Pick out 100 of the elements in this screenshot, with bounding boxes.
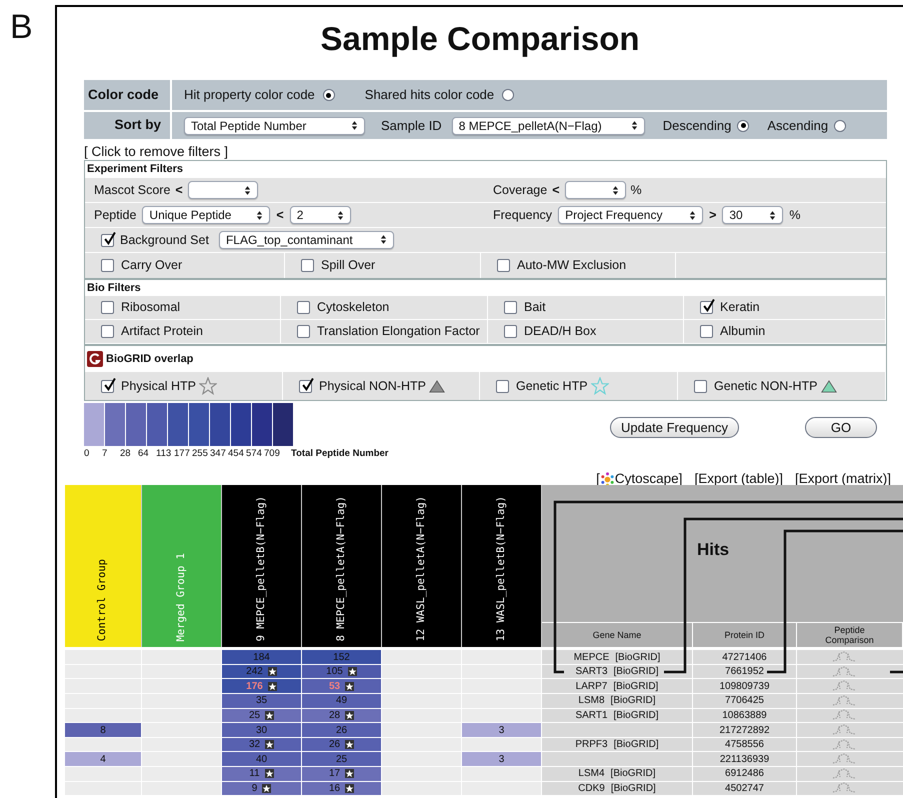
field-label: Coverage xyxy=(493,182,548,199)
table-cell: 184 xyxy=(222,650,302,665)
triangle-icon xyxy=(820,380,836,392)
checkbox-label: DEAD/H Box xyxy=(524,323,596,340)
checkbox[interactable] xyxy=(301,259,314,272)
table-cell: 25 xyxy=(222,708,302,724)
table-cell: 221136939 xyxy=(693,752,797,767)
action-button[interactable]: GO xyxy=(805,417,877,438)
gene-name: LARP7 xyxy=(576,680,608,694)
legend-tick: 574 xyxy=(246,447,262,461)
table-cell: 242 xyxy=(222,664,302,680)
peptide-comparison-icon xyxy=(832,680,856,692)
table-cell: 35 xyxy=(222,694,302,709)
peptide-comparison-icon xyxy=(832,753,856,766)
checkbox-label: Spill Over xyxy=(321,257,376,274)
table-cell: 3 xyxy=(462,752,542,767)
export-link[interactable]: [Export (matrix)] xyxy=(794,469,891,490)
legend-tick: 255 xyxy=(192,447,208,461)
checkbox-label: Genetic HTP xyxy=(516,378,588,395)
biogrid-link[interactable]: [BioGRID] xyxy=(614,737,659,752)
peptide-comparison-icon xyxy=(832,651,856,664)
unit: % xyxy=(630,182,642,199)
table-cell: 40 xyxy=(222,752,302,767)
table-cell: 26 xyxy=(302,723,382,738)
operator: < xyxy=(276,206,284,224)
radio-button[interactable] xyxy=(834,120,846,132)
peptide-comparison-icon xyxy=(832,738,856,751)
checkbox[interactable] xyxy=(700,325,713,338)
dropdown[interactable]: FLAG_top_contaminant xyxy=(218,230,394,249)
caret-icon xyxy=(336,210,344,220)
gene-name: MEPCE xyxy=(574,650,610,665)
checkbox[interactable] xyxy=(297,325,310,338)
panel-label: B xyxy=(10,8,33,46)
dropdown[interactable]: Unique Peptide xyxy=(142,206,270,224)
dropdown[interactable]: 8 MEPCE_pelletA(N−Flag) xyxy=(452,116,645,135)
legend-tick: 28 xyxy=(120,447,131,461)
row-label: Sort by xyxy=(114,116,161,134)
column-header: Merged Group 1 xyxy=(142,485,222,648)
biogrid-link[interactable]: [BioGRID] xyxy=(614,664,659,680)
table-cell: 4 xyxy=(65,752,142,767)
biogrid-link[interactable]: [BioGRID] xyxy=(615,650,660,665)
option-label: Ascending xyxy=(767,116,828,135)
table-cell: 9 xyxy=(222,782,302,796)
checkbox-label: Bait xyxy=(524,299,546,316)
checkbox[interactable] xyxy=(101,259,114,272)
table-cell: 47271406 xyxy=(693,650,797,665)
checkbox[interactable] xyxy=(299,380,312,392)
table-cell: 6912486 xyxy=(693,767,797,782)
column-header: 12 WASL_pelletA(N−Flag) xyxy=(382,485,462,648)
action-button[interactable]: Update Frequency xyxy=(610,417,739,438)
caret-icon xyxy=(689,210,696,220)
table-cell: 30 xyxy=(222,723,302,738)
legend-tick: 177 xyxy=(174,447,190,461)
table-cell: 10863889 xyxy=(693,708,797,724)
dropdown[interactable] xyxy=(564,181,626,199)
biogrid-link[interactable]: [BioGRID] xyxy=(610,693,656,708)
radio-button[interactable] xyxy=(322,89,335,101)
biogrid-link[interactable]: [BioGRID] xyxy=(610,766,656,782)
biogrid-link[interactable]: [BioGRID] xyxy=(613,678,658,694)
checkbox[interactable] xyxy=(101,301,114,314)
checkbox-label: Physical NON-HTP xyxy=(319,378,426,395)
radio-button[interactable] xyxy=(502,89,514,101)
checkbox-label: Artifact Protein xyxy=(121,323,203,340)
option-label: Hit property color code xyxy=(184,86,315,104)
checkbox[interactable] xyxy=(101,234,114,246)
gene-name: CDK9 xyxy=(578,782,605,796)
caret-icon xyxy=(612,184,619,196)
hits-heading: Hits xyxy=(697,539,730,561)
dropdown[interactable]: Project Frequency xyxy=(558,206,704,224)
gene-name: SART1 xyxy=(575,708,608,723)
checkbox-label: Physical HTP xyxy=(121,378,196,395)
checkbox[interactable] xyxy=(297,301,310,314)
legend-title: Total Peptide Number xyxy=(291,447,388,461)
radio-button[interactable] xyxy=(737,120,750,132)
table-cell: 25 xyxy=(302,752,382,767)
operator: > xyxy=(709,206,716,224)
biogrid-link[interactable]: [BioGRID] xyxy=(614,708,659,723)
column-header: 9 MEPCE_pelletB(N−Flag) xyxy=(222,485,302,648)
checkbox[interactable] xyxy=(694,380,707,392)
checkbox[interactable] xyxy=(496,380,509,392)
checkbox[interactable] xyxy=(101,380,114,392)
checkbox[interactable] xyxy=(101,325,114,338)
checkbox[interactable] xyxy=(504,325,517,338)
dropdown[interactable]: 30 xyxy=(722,206,784,224)
column-header: Gene Name xyxy=(592,630,642,640)
checkbox[interactable] xyxy=(700,301,713,314)
biogrid-link[interactable]: [BioGRID] xyxy=(610,780,656,796)
legend-tick: 113 xyxy=(156,447,172,461)
dropdown[interactable] xyxy=(188,181,258,199)
checkbox[interactable] xyxy=(497,259,510,272)
checkbox[interactable] xyxy=(504,301,517,314)
remove-filters-link[interactable]: [ Click to remove filters ] xyxy=(84,144,228,158)
unit: % xyxy=(789,206,800,224)
dropdown[interactable]: 2 xyxy=(290,206,351,224)
section-title: BioGRID overlap xyxy=(106,352,194,367)
peptide-comparison-icon xyxy=(832,666,856,678)
dropdown[interactable]: Total Peptide Number xyxy=(184,116,365,135)
table-cell: 26 xyxy=(302,738,382,752)
export-link[interactable]: [Export (table)] xyxy=(694,469,783,490)
legend-tick: 347 xyxy=(210,447,226,461)
